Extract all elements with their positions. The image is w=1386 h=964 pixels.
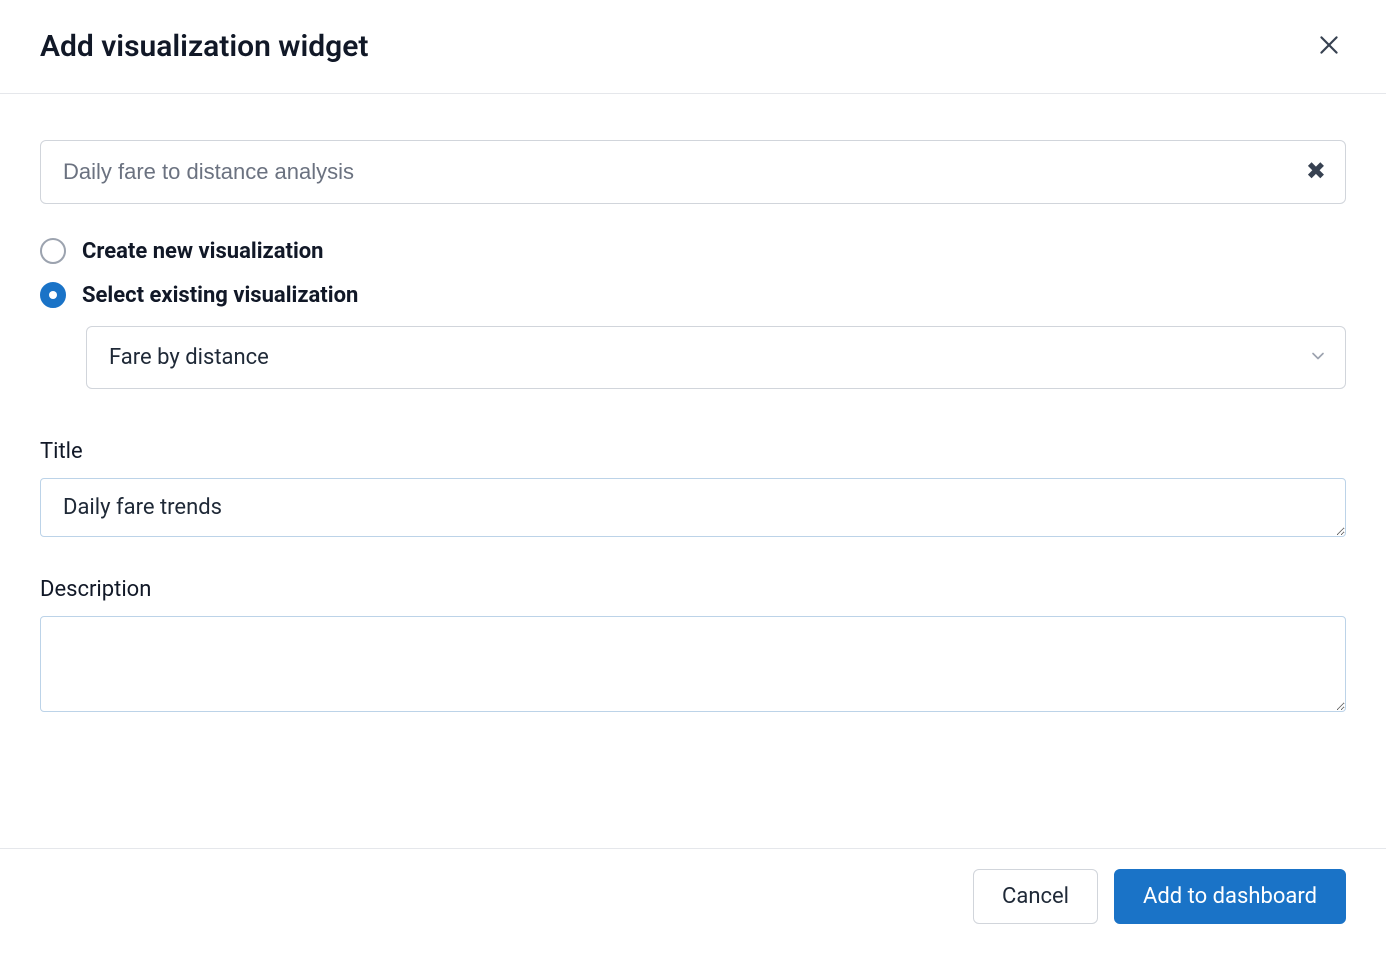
title-input[interactable] [40, 478, 1346, 537]
radio-label-create: Create new visualization [82, 239, 324, 264]
add-to-dashboard-button[interactable]: Add to dashboard [1114, 869, 1346, 924]
description-input[interactable] [40, 616, 1346, 712]
search-wrapper: ✖ [40, 140, 1346, 204]
existing-visualization-select-wrapper: Fare by distance [86, 326, 1346, 389]
visualization-source-radio-group: Create new visualization Select existing… [40, 238, 1346, 308]
title-label: Title [40, 439, 1346, 464]
description-label: Description [40, 577, 1346, 602]
cancel-button[interactable]: Cancel [973, 869, 1098, 924]
search-input[interactable] [40, 140, 1346, 204]
close-icon [1316, 32, 1342, 61]
description-field-group: Description [40, 577, 1346, 716]
modal-header: Add visualization widget [0, 0, 1386, 94]
modal-title: Add visualization widget [40, 29, 368, 64]
radio-option-select-existing[interactable]: Select existing visualization [40, 282, 1346, 308]
radio-option-create-new[interactable]: Create new visualization [40, 238, 1346, 264]
clear-search-button[interactable]: ✖ [1302, 156, 1330, 188]
modal-body: ✖ Create new visualization Select existi… [0, 94, 1386, 848]
radio-label-select-existing: Select existing visualization [82, 283, 358, 308]
modal-footer: Cancel Add to dashboard [0, 848, 1386, 964]
select-value: Fare by distance [109, 345, 269, 370]
radio-control-create[interactable] [40, 238, 66, 264]
close-button[interactable] [1312, 28, 1346, 65]
radio-control-select-existing[interactable] [40, 282, 66, 308]
title-field-group: Title [40, 439, 1346, 541]
clear-icon: ✖ [1306, 158, 1326, 185]
add-visualization-modal: Add visualization widget ✖ Create new vi… [0, 0, 1386, 964]
existing-visualization-select[interactable]: Fare by distance [86, 326, 1346, 389]
